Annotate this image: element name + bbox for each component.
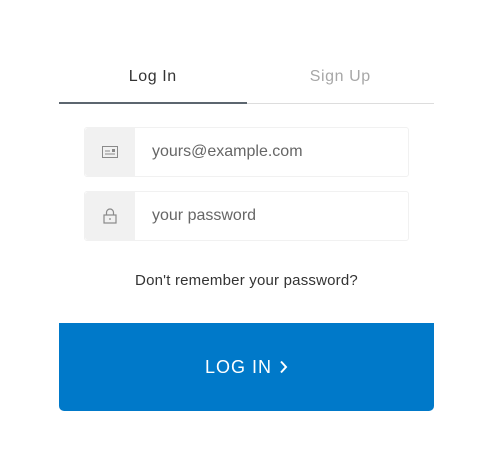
tab-sign-up-label: Sign Up xyxy=(309,68,371,85)
tab-log-in[interactable]: Log In xyxy=(59,57,247,104)
forgot-password-link[interactable]: Don't remember your password? xyxy=(84,272,409,289)
tab-sign-up[interactable]: Sign Up xyxy=(246,57,434,104)
email-card-icon xyxy=(85,128,135,176)
tab-log-in-label: Log In xyxy=(128,68,177,85)
login-widget: Log In Sign Up yours@example.com Don't r… xyxy=(59,57,434,411)
log-in-button[interactable]: LOG IN xyxy=(59,323,434,411)
auth-tabs: Log In Sign Up xyxy=(59,57,434,104)
chevron-right-icon xyxy=(279,360,288,374)
log-in-button-label: LOG IN xyxy=(204,356,272,377)
email-input[interactable] xyxy=(135,128,408,176)
lock-icon xyxy=(85,192,135,240)
login-form: Don't remember your password? xyxy=(59,127,434,289)
password-input[interactable] xyxy=(135,192,408,240)
password-field-group xyxy=(84,191,409,241)
email-field-group xyxy=(84,127,409,177)
